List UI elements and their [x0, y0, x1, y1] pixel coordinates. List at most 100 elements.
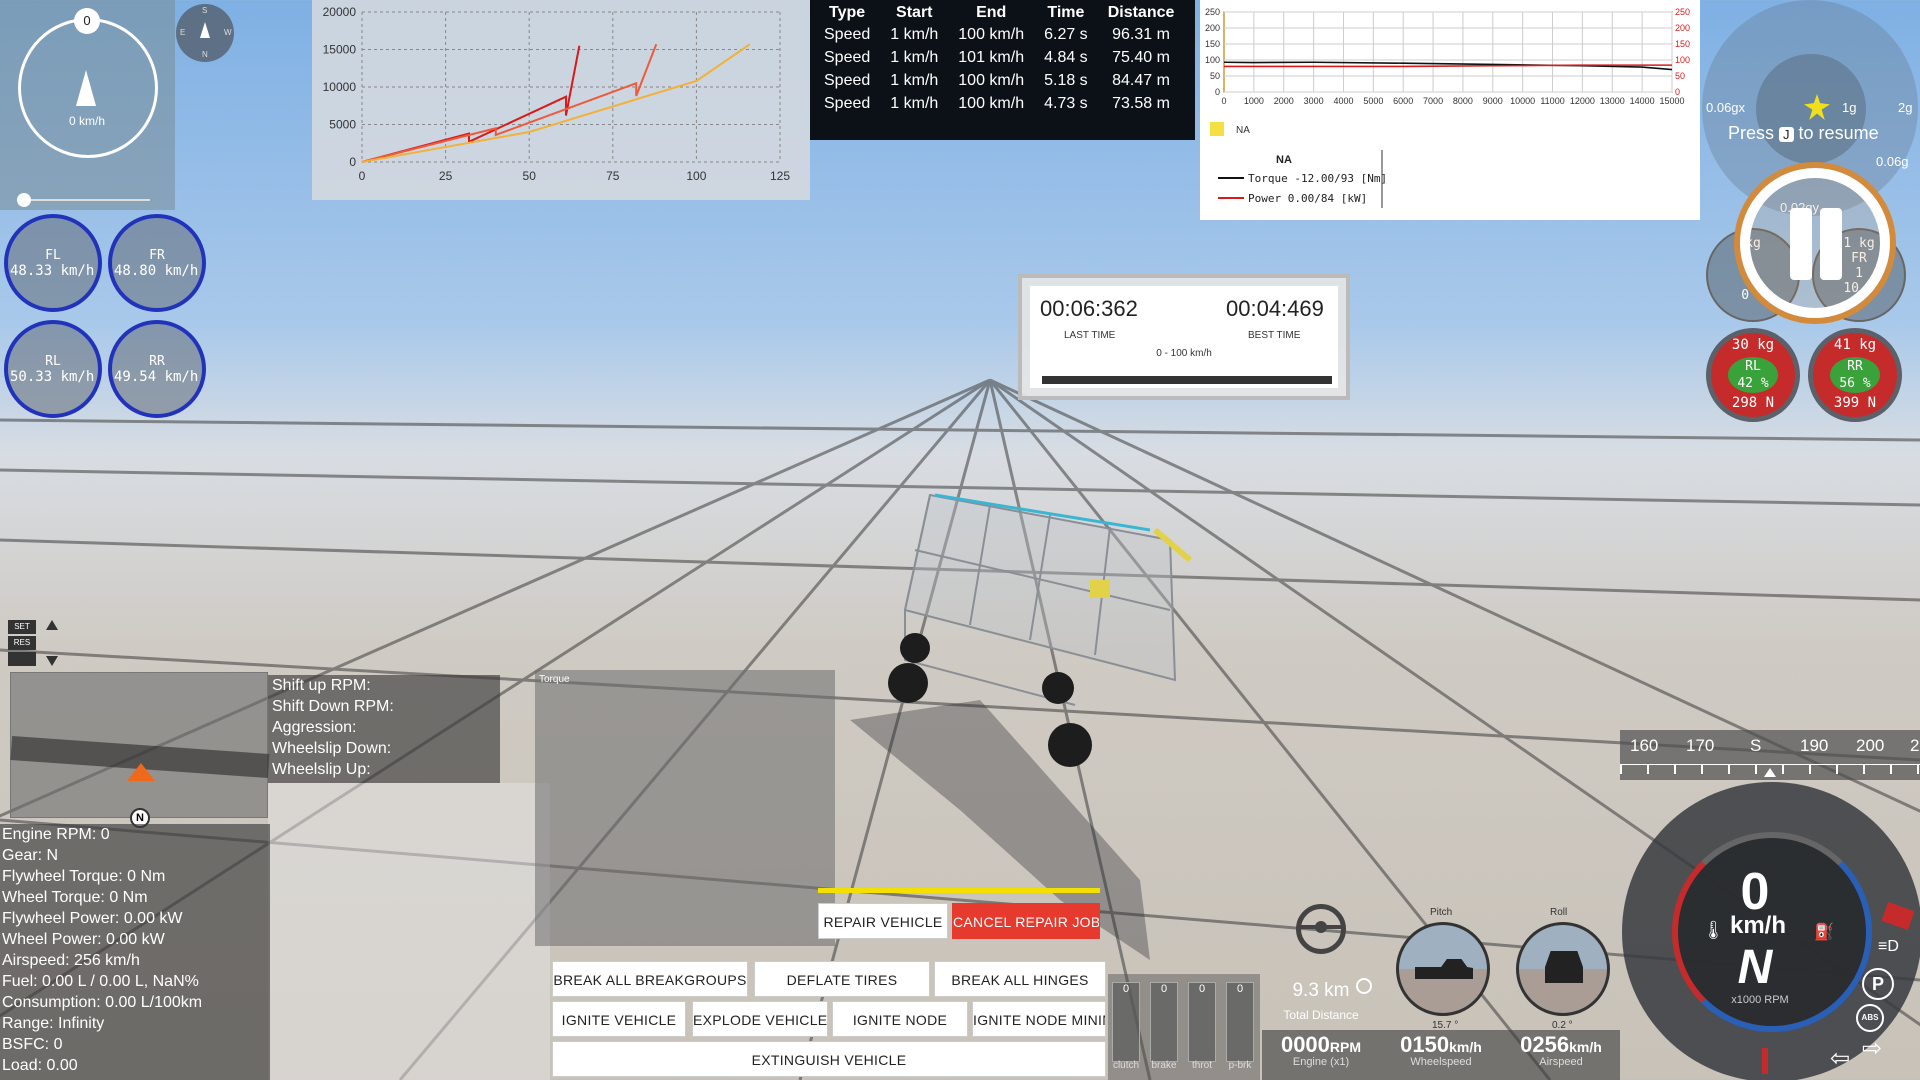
rpm-label: x1000 RPM	[1731, 994, 1789, 1006]
table-cell: 1 km/h	[890, 49, 939, 66]
tire-rl: RL 50.33 km/h	[4, 320, 102, 418]
pedal-label: p-brk	[1228, 1060, 1252, 1071]
legend-swatch	[1210, 122, 1224, 136]
x-tick-label: 10000	[1510, 96, 1535, 106]
readout-label: Engine (x1)	[1292, 1056, 1350, 1068]
shift-line: Shift up RPM:	[272, 677, 371, 694]
ignite-node-button[interactable]: IGNITE NODE	[832, 1001, 968, 1037]
torque-power-panel: 0 1000 2000 3000 4000 5000 6000 7000 8000 9000 100…	[1200, 0, 1700, 220]
y-tick-label-left: 50	[1210, 71, 1220, 81]
g-label: 0.06gx	[1706, 100, 1746, 115]
tire-speed: 48.80 km/h	[114, 263, 199, 279]
table-header-cell: End	[976, 4, 1007, 21]
readout-value: 0000	[1280, 1032, 1330, 1057]
timer-panel: 00:06:362 LAST TIME 00:04:469 BEST TIME …	[1018, 274, 1350, 400]
x-tick-label: 8000	[1453, 96, 1473, 106]
cancel-repair-button[interactable]: CANCEL REPAIR JOB	[952, 903, 1100, 939]
abs-icon: ABS	[1856, 1004, 1884, 1032]
ignite-vehicle-button[interactable]: IGNITE VEHICLE	[552, 1001, 686, 1037]
table-row: Speed 1 km/h 100 km/h 5.18 s 84.47 m	[814, 70, 1184, 93]
extinguish-vehicle-button[interactable]: EXTINGUISH VEHICLE	[552, 1041, 1106, 1077]
table-cell: 1 km/h	[890, 26, 939, 43]
acceleration-chart: 0 25 50 75 100 125 20000 15000 10000 5000 0	[323, 5, 791, 183]
mini-compass: S N E W	[176, 4, 234, 62]
deflate-tires-button[interactable]: DEFLATE TIRES	[754, 961, 930, 997]
x-tick-label: 11000	[1540, 96, 1564, 106]
tire-load-rr: 41 kg RR 56 % 399 N	[1808, 328, 1902, 422]
info-line: Load: 0.00	[2, 1057, 78, 1074]
break-breakgroups-button[interactable]: BREAK ALL BREAKGROUPS	[552, 961, 748, 997]
y-tick-label: 0	[349, 155, 356, 169]
y-tick-label-right: 0	[1675, 87, 1680, 97]
table-cell: 1 km/h	[890, 72, 939, 89]
zoom-slider-knob[interactable]	[17, 193, 31, 207]
wheelspeed-readout: 0150km/h Wheelspeed	[1382, 1032, 1500, 1068]
heading-tick: 160	[1630, 736, 1659, 755]
timer-range: 0 - 100 km/h	[1156, 348, 1212, 359]
series-line	[361, 45, 581, 163]
pedal-label: clutch	[1112, 1060, 1140, 1071]
mini-compass-arrow-icon	[200, 22, 210, 38]
zoom-slider-track[interactable]	[20, 199, 150, 201]
tire-load-pos: RL	[1745, 359, 1761, 374]
pause-icon	[1790, 208, 1812, 280]
cruise-down-icon[interactable]	[46, 656, 58, 666]
cruise-up-icon[interactable]	[46, 620, 58, 630]
pause-icon	[1820, 208, 1842, 280]
readout-label: Airspeed	[1539, 1056, 1583, 1068]
explode-vehicle-button[interactable]: EXPLODE VEHICLE	[692, 1001, 828, 1037]
torque-graph-panel: Torque	[535, 670, 835, 946]
info-line: Wheel Torque: 0 Nm	[2, 889, 148, 906]
tire-speed: 49.54 km/h	[114, 369, 199, 385]
legend-entry: Power 0.00/84 [kW]	[1248, 192, 1367, 205]
tire-load-force: 298 N	[1731, 395, 1775, 411]
cruise-speed-icon[interactable]	[8, 652, 36, 666]
total-distance-label: Total Distance	[1283, 1008, 1359, 1022]
heading-tick: 190	[1800, 736, 1829, 755]
repair-vehicle-button[interactable]: REPAIR VEHICLE	[818, 903, 948, 939]
x-tick-label: 125	[770, 169, 790, 183]
torque-graph-title: Torque	[539, 674, 570, 685]
break-hinges-button[interactable]: BREAK ALL HINGES	[934, 961, 1106, 997]
y-tick-label: 5000	[329, 118, 356, 132]
y-tick-label-right: 200	[1675, 23, 1690, 33]
y-tick-label-left: 250	[1205, 7, 1220, 17]
table-cell: 100 km/h	[958, 26, 1025, 43]
shift-panel-background	[268, 783, 550, 1080]
headlight-icon: ≡D	[1878, 938, 1899, 955]
series-line	[361, 43, 658, 163]
y-tick-label-right: 250	[1675, 7, 1690, 17]
x-tick-label: 0	[1221, 96, 1226, 106]
shift-settings-panel: Shift up RPM: Shift Down RPM: Aggression…	[268, 675, 500, 783]
x-tick-label: 4000	[1333, 96, 1353, 106]
tire-load-center: RR 56 %	[1830, 357, 1880, 393]
cruise-control: SET RES	[8, 620, 62, 672]
cruise-res-button[interactable]: RES	[8, 636, 36, 650]
table-cell: 101 km/h	[958, 49, 1025, 66]
heading-tick: S	[1750, 736, 1762, 755]
mini-compass-s: S	[202, 6, 208, 15]
g-label: 1g	[1842, 100, 1857, 115]
tire-load-pct: 42 %	[1737, 376, 1769, 391]
tire-speed: 50.33 km/h	[10, 369, 95, 385]
y-tick-label-left: 0	[1215, 87, 1220, 97]
pause-button[interactable]	[1740, 168, 1890, 318]
compass-speed: 0 km/h	[68, 114, 105, 128]
heading-pointer-icon	[1764, 768, 1776, 777]
parking-brake-icon: P	[1862, 968, 1894, 1000]
tire-load-pct: 56 %	[1839, 376, 1871, 391]
readout-label: Wheelspeed	[1410, 1056, 1472, 1068]
reset-distance-icon[interactable]	[1356, 978, 1372, 994]
info-line: Gear: N	[2, 847, 59, 864]
heading-tape: 160 170 S 190 200 2	[1620, 730, 1920, 780]
ignite-node-minimal-button[interactable]: IGNITE NODE MINIM	[972, 1001, 1106, 1037]
info-line: Flywheel Power: 0.00 kW	[2, 910, 183, 927]
roll-label: Roll	[1550, 907, 1568, 918]
tire-fl: FL 48.33 km/h	[4, 214, 102, 312]
tire-load-center: RL 42 %	[1728, 357, 1778, 393]
cruise-set-button[interactable]: SET	[8, 620, 36, 634]
last-time-label: LAST TIME	[1064, 330, 1116, 341]
table-row: Speed 1 km/h 100 km/h 6.27 s 96.31 m	[814, 24, 1184, 47]
x-tick-label: 0	[359, 169, 366, 183]
speedometer: 0 km/h N x1000 RPM 🌡 ⛽ ≡D P ABS ⇦ ⇨	[1622, 782, 1920, 1080]
